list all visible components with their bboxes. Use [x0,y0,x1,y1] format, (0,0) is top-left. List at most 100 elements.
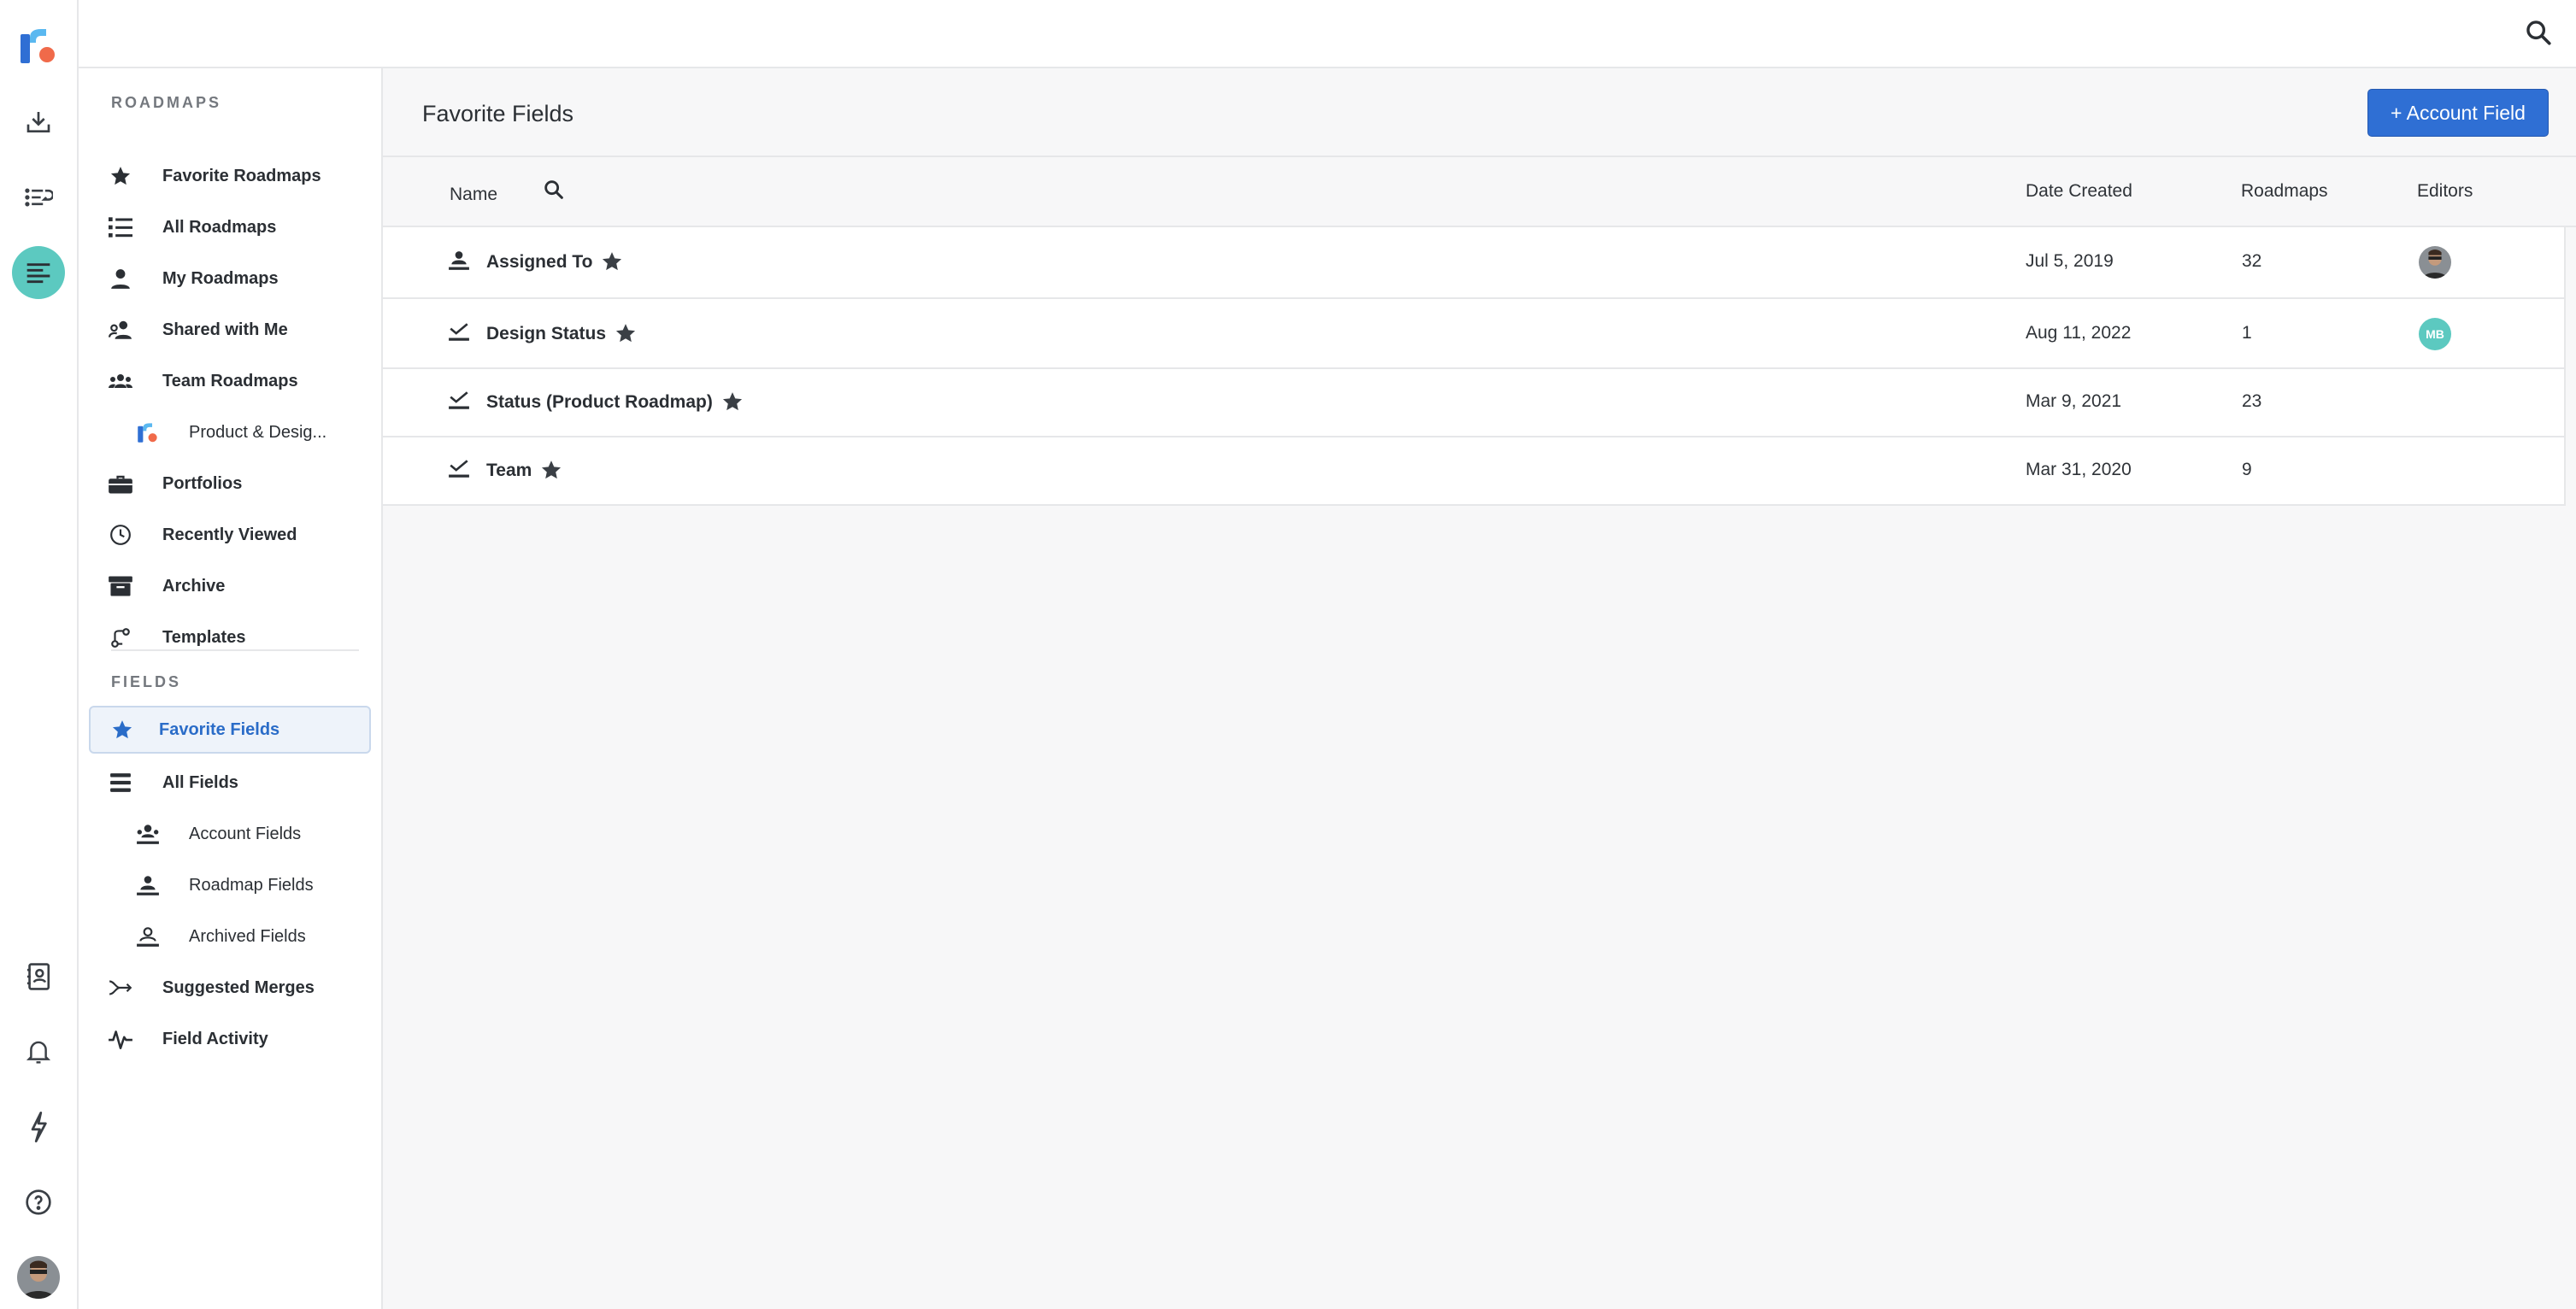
table-row[interactable]: Status (Product Roadmap) Mar 9, 2021 23 [383,369,2564,437]
help-circle-icon[interactable] [12,1176,65,1229]
column-header-name[interactable]: Name [450,185,497,205]
user-avatar[interactable] [17,1256,60,1299]
sidebar-item-label: Archived Fields [189,926,306,946]
roadmap-logo-icon [133,418,162,447]
sidebar-item-field-activity[interactable]: Field Activity [89,1015,371,1063]
date-created: Aug 11, 2022 [2026,323,2132,343]
sidebar-item-archive[interactable]: Archive [89,562,371,610]
table-row[interactable]: Team Mar 31, 2020 9 [383,437,2564,506]
list-arrow-icon[interactable] [12,171,65,224]
team-icon [106,367,135,396]
person-field-icon [448,249,473,275]
status-field-icon [448,390,473,415]
sidebar-item-all-roadmaps[interactable]: All Roadmaps [89,203,371,251]
sidebar-item-label: My Roadmaps [162,268,279,288]
sidebar-item-team-roadmaps[interactable]: Team Roadmaps [89,357,371,405]
star-icon[interactable] [615,322,638,346]
name-search-icon[interactable] [542,178,568,203]
sidebar-item-account-fields[interactable]: Account Fields [89,810,371,858]
briefcase-icon [106,469,135,498]
archive-box-icon [106,572,135,601]
column-header-date-created[interactable]: Date Created [2026,181,2132,202]
top-bar [0,0,2576,68]
fields-lines-icon[interactable] [12,246,65,299]
sidebar-item-label: Shared with Me [162,320,288,339]
editor-avatar-initials[interactable]: MB [2419,318,2451,350]
sidebar-item-label: Suggested Merges [162,977,315,997]
sidebar-item-label: Favorite Fields [159,719,280,739]
archived-fields-icon [133,922,162,951]
sidebar-item-label: Recently Viewed [162,525,297,544]
column-header-roadmaps[interactable]: Roadmaps [2241,181,2328,202]
sidebar-item-label: Field Activity [162,1029,268,1048]
sidebar-item-archived-fields[interactable]: Archived Fields [89,913,371,960]
row-name: Design Status [486,322,638,346]
star-icon[interactable] [721,390,745,414]
sidebar-item-roadmap-fields[interactable]: Roadmap Fields [89,861,371,909]
lightning-icon[interactable] [12,1101,65,1153]
editor-avatar[interactable] [2419,246,2451,279]
sidebar-item-label: Portfolios [162,473,243,493]
sidebar-item-label: All Roadmaps [162,217,277,237]
row-name: Status (Product Roadmap) [486,390,745,414]
sidebar-item-my-roadmaps[interactable]: My Roadmaps [89,255,371,302]
person-icon [106,264,135,293]
date-created: Mar 9, 2021 [2026,391,2122,411]
sidebar-item-label: Templates [162,627,246,647]
sidebar-item-templates[interactable]: Templates [89,613,371,661]
status-field-icon [448,321,473,347]
table-row[interactable]: Assigned To Jul 5, 2019 32 [383,227,2564,299]
sidebar-item-label: Favorite Roadmaps [162,166,321,185]
sidebar-item-label: Account Fields [189,824,302,843]
field-name[interactable]: Team [486,461,532,481]
field-name[interactable]: Status (Product Roadmap) [486,392,713,413]
sidebar-item-all-fields[interactable]: All Fields [89,759,371,807]
sidebar-item-product-design[interactable]: Product & Desig... [89,408,371,456]
sidebar: ROADMAPS Favorite Roadmaps All Roadmaps … [79,68,383,1309]
star-icon [106,161,135,191]
sidebar-divider [111,649,359,651]
add-account-field-button[interactable]: + Account Field [2367,89,2549,137]
sidebar-item-suggested-merges[interactable]: Suggested Merges [89,964,371,1012]
row-name: Team [486,459,564,483]
table-header: Name Date Created Roadmaps Editors [383,156,2576,227]
shared-people-icon [106,315,135,344]
main-content: Favorite Fields + Account Field Name Dat… [383,68,2576,1309]
date-created: Jul 5, 2019 [2026,251,2114,271]
sidebar-item-label: Team Roadmaps [162,371,298,390]
roadmunk-logo[interactable] [19,24,58,67]
sidebar-item-label: Archive [162,576,226,596]
field-name[interactable]: Assigned To [486,252,592,273]
list-icon [106,213,135,242]
section-title-roadmaps: ROADMAPS [111,94,222,111]
sidebar-item-shared-with-me[interactable]: Shared with Me [89,306,371,354]
sidebar-item-recently-viewed[interactable]: Recently Viewed [89,511,371,559]
roadmaps-count: 9 [2242,460,2252,479]
sidebar-item-favorite-roadmaps[interactable]: Favorite Roadmaps [89,152,371,200]
sidebar-item-label: Product & Desig... [189,422,327,442]
star-icon[interactable] [601,250,625,274]
roadmaps-count: 32 [2242,251,2262,271]
status-field-icon [448,458,473,484]
icon-rail [0,0,79,1309]
row-name: Assigned To [486,250,625,274]
search-icon[interactable] [2521,15,2555,50]
roadmaps-count: 1 [2242,323,2252,343]
star-icon[interactable] [540,459,564,483]
fields-table: Assigned To Jul 5, 2019 32 Design Status… [383,227,2566,506]
merge-arrow-icon [106,973,135,1002]
sidebar-item-label: Roadmap Fields [189,875,314,895]
templates-icon [106,623,135,652]
inbox-download-icon[interactable] [12,96,65,149]
section-title-fields: FIELDS [111,673,182,690]
star-icon [108,715,137,744]
sidebar-item-portfolios[interactable]: Portfolios [89,460,371,508]
table-row[interactable]: Design Status Aug 11, 2022 1 MB [383,299,2564,369]
column-header-editors[interactable]: Editors [2417,181,2473,202]
page-title: Favorite Fields [422,101,574,126]
field-name[interactable]: Design Status [486,324,606,344]
sidebar-item-favorite-fields[interactable]: Favorite Fields [89,706,371,754]
contacts-book-icon[interactable] [12,950,65,1003]
bell-icon[interactable] [12,1025,65,1078]
clock-icon [106,520,135,549]
